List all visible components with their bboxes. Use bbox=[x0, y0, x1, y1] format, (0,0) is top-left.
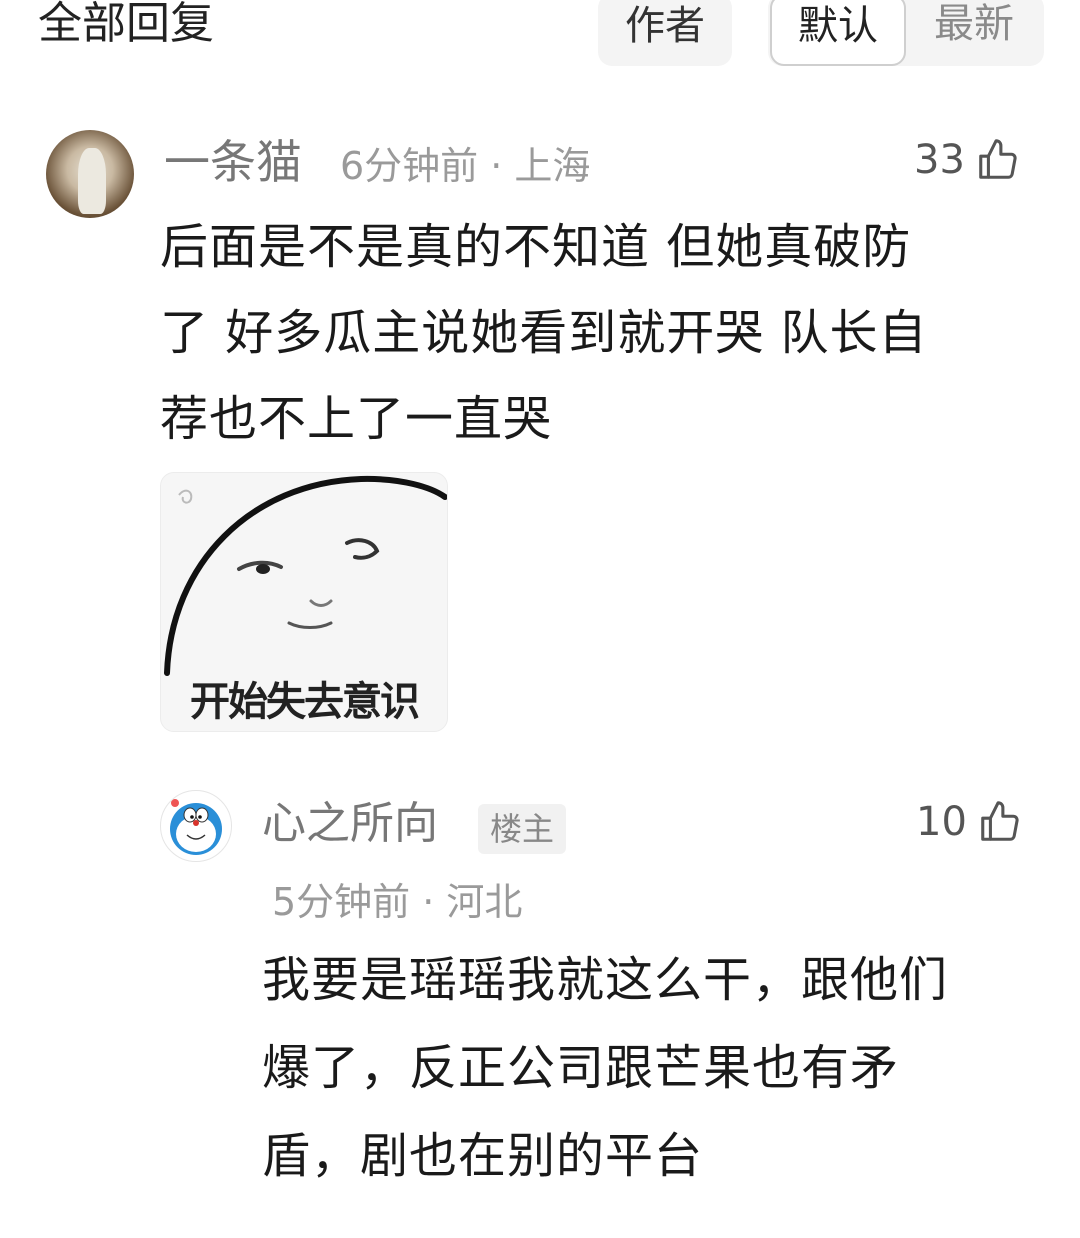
reply-like-count: 10 bbox=[916, 799, 967, 845]
tab-default[interactable]: 默认 bbox=[770, 0, 906, 66]
reply-avatar[interactable] bbox=[160, 790, 232, 862]
all-replies-title: 全部回复 bbox=[38, 0, 214, 49]
owner-badge: 楼主 bbox=[478, 804, 567, 854]
sticker-caption: 开始失去意识 bbox=[190, 679, 420, 725]
comment-like-button[interactable]: 33 bbox=[914, 134, 1021, 186]
comment-thread-page: 全部回复 作者 默认 最新 一条猫 6分钟前 · 上海 33 后面是不是真的不知… bbox=[0, 0, 1080, 1238]
reply-line: 爆了，反正公司跟芒果也有矛 bbox=[262, 1040, 900, 1096]
comment-username[interactable]: 一条猫 bbox=[164, 134, 302, 190]
reply-body: 我要是瑶瑶我就这么干，跟他们 爆了，反正公司跟芒果也有矛 盾，剧也在别的平台 bbox=[262, 936, 948, 1200]
reply-like-button[interactable]: 10 bbox=[916, 796, 1023, 848]
thumbs-up-icon bbox=[979, 139, 1017, 179]
comment-line: 了 好多瓜主说她看到就开哭 队长自 bbox=[160, 305, 928, 361]
reply-line: 盾，剧也在别的平台 bbox=[262, 1128, 704, 1184]
thumbs-up-icon bbox=[981, 801, 1019, 841]
reply-username[interactable]: 心之所向 bbox=[262, 796, 438, 852]
comment-meta: 6分钟前 · 上海 bbox=[340, 144, 591, 188]
avatar[interactable] bbox=[46, 130, 134, 218]
comment-line: 荐也不上了一直哭 bbox=[160, 391, 553, 447]
replies-header: 全部回复 作者 默认 最新 bbox=[0, 0, 1080, 80]
meme-face-drawing bbox=[164, 475, 447, 676]
tab-author[interactable]: 作者 bbox=[598, 0, 732, 66]
comment-line: 后面是不是真的不知道 但她真破防 bbox=[160, 219, 912, 275]
tab-latest[interactable]: 最新 bbox=[906, 0, 1042, 66]
doraemon-avatar-icon bbox=[170, 799, 222, 855]
reply-meta: 5分钟前 · 河北 bbox=[272, 880, 523, 924]
reply-line: 我要是瑶瑶我就这么干，跟他们 bbox=[262, 952, 949, 1008]
sticker-image[interactable]: 开始失去意识 bbox=[160, 472, 448, 732]
comment-like-count: 33 bbox=[914, 137, 965, 183]
comment-body: 后面是不是真的不知道 但她真破防 了 好多瓜主说她看到就开哭 队长自 荐也不上了… bbox=[160, 204, 928, 462]
cat-avatar-image bbox=[78, 148, 106, 214]
